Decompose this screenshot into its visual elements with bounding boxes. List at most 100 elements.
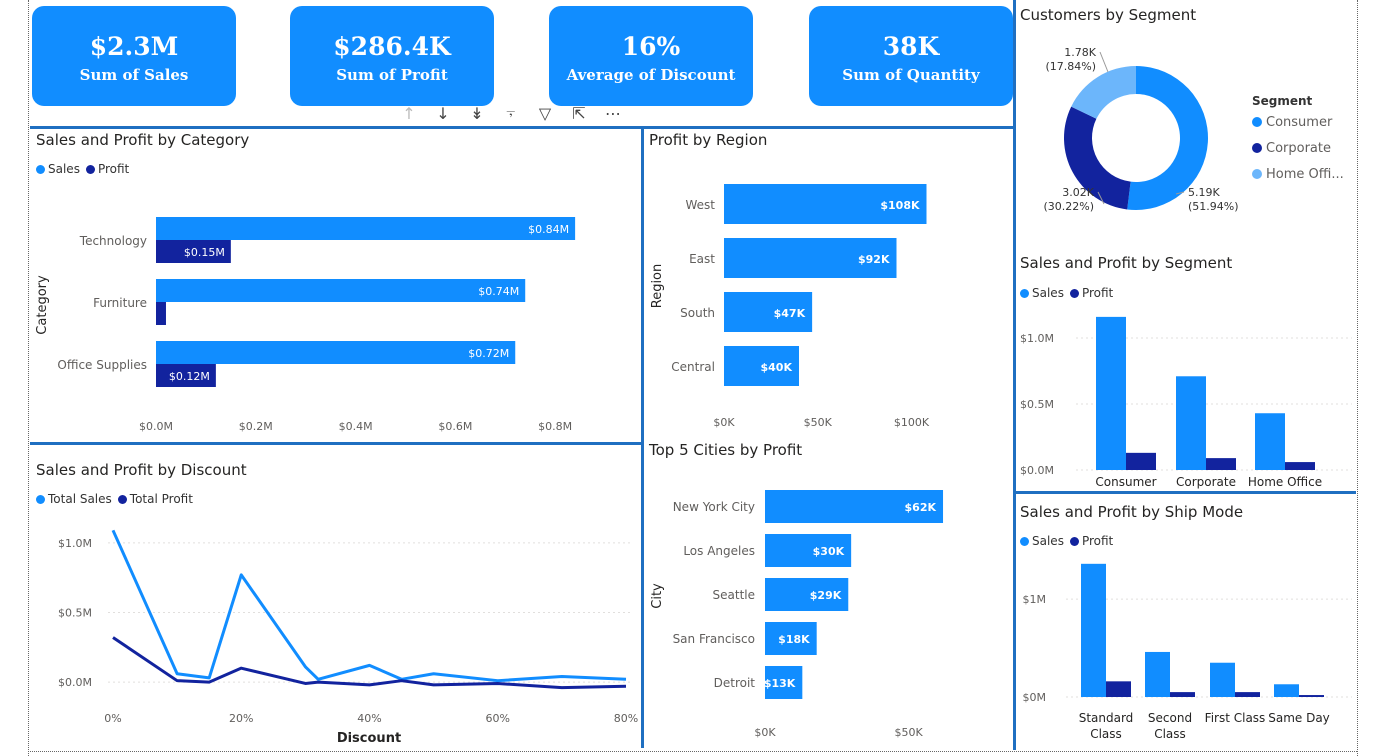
total-sales-line: [111, 529, 627, 683]
legend-dot: [36, 494, 45, 504]
y-axis-title: Region: [650, 264, 665, 309]
legend-item-sales[interactable]: Sales: [1020, 286, 1064, 300]
legend-item-total-sales[interactable]: Total Sales: [36, 492, 112, 506]
x-axis-title: Discount: [337, 731, 401, 746]
x-tick-label: $0.6M: [438, 420, 472, 433]
x-tick-label: $50K: [804, 416, 833, 429]
kpi-card-quantity[interactable]: 38K Sum of Quantity: [809, 6, 1013, 106]
legend-label: Profit: [97, 162, 130, 176]
x-tick-label: $0K: [754, 726, 776, 739]
sales-bar: [1096, 316, 1126, 470]
profit-bar: [1126, 452, 1156, 470]
data-label-value: 3.02K: [1062, 186, 1094, 199]
x-tick-label: $100K: [894, 416, 930, 429]
profit-bar: [1299, 695, 1324, 697]
data-label: $29K: [810, 589, 842, 602]
chart-title: Sales and Profit by Category: [36, 131, 250, 149]
y-axis-title: Category: [35, 275, 50, 335]
category-label: Office Supplies: [57, 358, 147, 372]
expand-hierarchy-icon[interactable]: ⍪: [499, 103, 523, 123]
legend-item-sales[interactable]: Sales: [1020, 534, 1064, 548]
kpi-value: $2.3M: [89, 32, 179, 61]
category-label: Consumer: [1095, 475, 1156, 489]
category-label: Los Angeles: [683, 544, 755, 558]
category-label: Class: [1090, 727, 1122, 741]
y-tick-label: $0.0M: [1020, 464, 1054, 477]
legend-item-total-profit[interactable]: Total Profit: [117, 492, 193, 506]
kpi-card-discount[interactable]: 16% Average of Discount: [549, 6, 753, 106]
legend-label: Corporate: [1266, 141, 1331, 156]
data-label: $13K: [764, 677, 796, 690]
data-label: $47K: [774, 307, 806, 320]
sales-data-label: $0.84M: [528, 223, 569, 236]
legend-dot: [1069, 288, 1079, 298]
x-tick-label: $50K: [894, 726, 923, 739]
category-label: San Francisco: [673, 632, 755, 646]
kpi-value: 38K: [882, 32, 940, 61]
legend-dot: [1020, 288, 1029, 298]
legend-item-sales[interactable]: Sales: [36, 162, 80, 176]
section-divider: [1014, 491, 1356, 494]
legend-dot: [85, 164, 95, 174]
profit-data-label: $0.12M: [169, 370, 210, 383]
legend-label: Sales: [1032, 534, 1064, 548]
legend-item-profit[interactable]: Profit: [1069, 534, 1113, 548]
profit-data-label: $0.15M: [184, 246, 225, 259]
legend-label: Profit: [1081, 286, 1114, 300]
category-label: Corporate: [1176, 475, 1236, 489]
kpi-value: 16%: [621, 32, 681, 61]
legend-dot: [117, 494, 127, 504]
sales-data-label: $0.72M: [468, 347, 509, 360]
legend-dot: [36, 164, 45, 174]
more-options-icon[interactable]: ⋯: [601, 104, 625, 123]
total-profit-line: [112, 636, 627, 690]
data-label-value: 5.19K: [1188, 186, 1220, 199]
kpi-label: Sum of Sales: [79, 66, 189, 84]
x-tick-label: $0K: [713, 416, 735, 429]
arrow-up-icon[interactable]: ↑: [397, 104, 421, 123]
category-label: Home Office: [1248, 475, 1322, 489]
category-label: Furniture: [93, 296, 147, 310]
profit-bar: [156, 302, 166, 325]
y-tick-label: $1.0M: [58, 537, 92, 550]
y-tick-label: $0M: [1023, 691, 1047, 704]
legend-label: Total Profit: [129, 492, 193, 506]
sales-data-label: $0.74M: [478, 285, 519, 298]
customers-donut-chart: 5.19K(51.94%) 3.02K(30.22%) 1.78K(17.84%) S…: [1043, 46, 1343, 213]
category-label: New York City: [673, 500, 755, 514]
legend-dot: [1252, 117, 1262, 127]
kpi-value: $286.4K: [333, 32, 451, 61]
chart-legend: Sales Profit: [1020, 534, 1119, 548]
sales-bar: [156, 341, 516, 364]
legend-item-profit[interactable]: Profit: [85, 162, 130, 176]
kpi-card-sales[interactable]: $2.3M Sum of Sales: [32, 6, 236, 106]
x-tick-label: $0.4M: [339, 420, 373, 433]
x-tick-label: 80%: [614, 712, 638, 725]
y-tick-label: $1.0M: [1020, 332, 1054, 345]
region-bar-chart: Region West $108K East $92K South $47K Central $…: [650, 184, 930, 429]
focus-mode-icon[interactable]: ⇱: [567, 104, 591, 123]
chart-legend: Sales Profit: [36, 162, 135, 176]
data-label: $62K: [905, 501, 937, 514]
chart-title: Customers by Segment: [1020, 6, 1197, 24]
x-tick-label: $0.2M: [239, 420, 273, 433]
sales-bar: [1274, 684, 1299, 697]
category-label: Second: [1148, 711, 1192, 725]
profit-bar: [1106, 681, 1131, 697]
y-tick-label: $0.5M: [1020, 398, 1054, 411]
legend-dot: [1252, 143, 1262, 153]
legend-item-profit[interactable]: Profit: [1069, 286, 1114, 300]
arrow-down-icon[interactable]: ↓: [431, 104, 455, 123]
category-label: South: [680, 306, 715, 320]
kpi-card-profit[interactable]: $286.4K Sum of Profit: [290, 6, 494, 106]
legend-label: Consumer: [1266, 115, 1333, 130]
kpi-label: Average of Discount: [566, 66, 736, 84]
sales-bar: [1176, 376, 1206, 470]
filter-icon[interactable]: ▽: [533, 104, 557, 123]
double-arrow-down-icon[interactable]: ↡: [465, 104, 489, 123]
x-tick-label: $0.8M: [538, 420, 572, 433]
data-label: $92K: [858, 253, 890, 266]
category-label: Detroit: [714, 676, 756, 690]
sales-bar: [1255, 413, 1285, 470]
category-label: West: [685, 198, 715, 212]
